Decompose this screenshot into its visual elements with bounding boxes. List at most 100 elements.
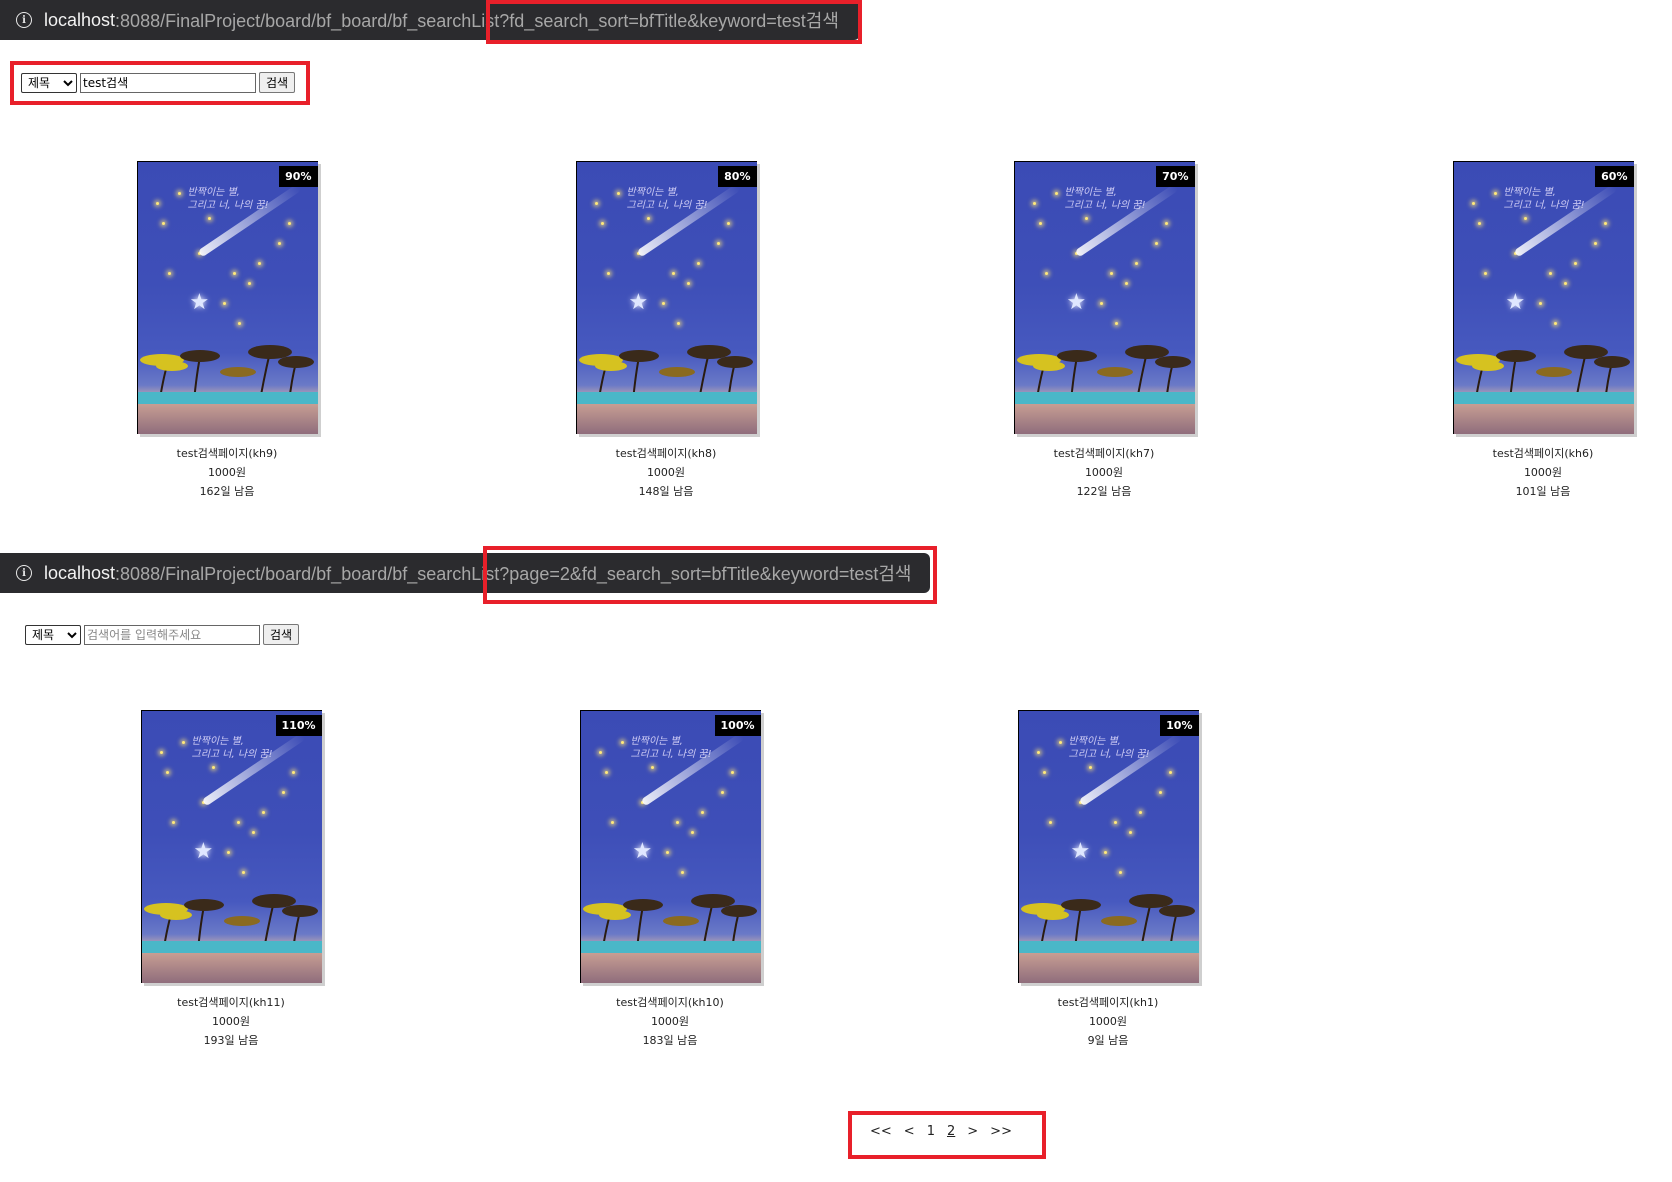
star-sparkle bbox=[1109, 272, 1113, 275]
search-input[interactable] bbox=[80, 72, 256, 93]
project-title[interactable]: test검색페이지(kh10) bbox=[570, 993, 770, 1012]
star-sparkle bbox=[155, 202, 159, 205]
star-sparkle bbox=[1573, 262, 1577, 265]
next-page-link[interactable]: > bbox=[961, 1124, 984, 1139]
star-sparkle bbox=[1471, 202, 1475, 205]
project-card[interactable]: 반짝이는 별, 그리고 너, 나의 꿈! ★ 10% test검색페이지(kh1) 100… bbox=[1008, 710, 1208, 1050]
star-sparkle bbox=[277, 242, 281, 245]
project-cover-image[interactable]: 반짝이는 별, 그리고 너, 나의 꿈! ★ 70% bbox=[1013, 161, 1195, 434]
star-sparkle bbox=[690, 831, 694, 834]
shooting-star-icon: ★ bbox=[1505, 290, 1526, 315]
star-sparkle bbox=[676, 322, 680, 325]
project-cover-image[interactable]: 반짝이는 별, 그리고 너, 나의 꿈! ★ 10% bbox=[1017, 710, 1199, 983]
project-card[interactable]: 반짝이는 별, 그리고 너, 나의 꿈! ★ 100% test검색페이지(kh10) 1… bbox=[570, 710, 770, 1050]
star-sparkle bbox=[600, 222, 604, 225]
project-card[interactable]: 반짝이는 별, 그리고 너, 나의 꿈! ★ 60% test검색페이지(kh6) 100… bbox=[1443, 161, 1643, 501]
search-button[interactable]: 검색 bbox=[263, 624, 300, 645]
star-sparkle bbox=[251, 831, 255, 834]
project-title[interactable]: test검색페이지(kh9) bbox=[127, 444, 327, 463]
cover-title-art: 반짝이는 별, 그리고 너, 나의 꿈! bbox=[1503, 187, 1585, 211]
url-path: :8088/FinalProject/board/bf_board/bf_sea… bbox=[115, 564, 912, 584]
star-sparkle bbox=[1054, 192, 1058, 195]
sea-strip bbox=[1014, 392, 1195, 404]
star-sparkle bbox=[1036, 751, 1040, 754]
star-sparkle bbox=[247, 282, 251, 285]
star-sparkle bbox=[1114, 322, 1118, 325]
first-page-link[interactable]: << bbox=[864, 1124, 898, 1139]
sea-strip bbox=[1018, 941, 1199, 953]
star-sparkle bbox=[604, 771, 608, 774]
search-button[interactable]: 검색 bbox=[259, 72, 296, 93]
cover-title-art: 반짝이는 별, 그리고 너, 나의 꿈! bbox=[1064, 187, 1146, 211]
address-bar-page2[interactable]: i localhost :8088/FinalProject/board/bf_… bbox=[0, 553, 930, 593]
days-remaining: 162일 남음 bbox=[199, 485, 255, 498]
days-remaining: 101일 남음 bbox=[1515, 485, 1571, 498]
project-card[interactable]: 반짝이는 별, 그리고 너, 나의 꿈! ★ 70% test검색페이지(kh7) 100… bbox=[1004, 161, 1204, 501]
project-title[interactable]: test검색페이지(kh6) bbox=[1443, 444, 1643, 463]
page-link-1[interactable]: 1 bbox=[921, 1124, 941, 1139]
star-sparkle bbox=[616, 192, 620, 195]
project-price: 1000원 bbox=[207, 466, 247, 479]
info-icon[interactable]: i bbox=[16, 565, 32, 581]
shooting-star-icon: ★ bbox=[1066, 290, 1087, 315]
search-form-page2: 제목 검색 bbox=[25, 624, 300, 645]
project-price: 1000원 bbox=[1088, 1015, 1128, 1028]
star-sparkle bbox=[1593, 242, 1597, 245]
star-sparkle bbox=[1538, 302, 1542, 305]
star-sparkle bbox=[1113, 821, 1117, 824]
address-bar[interactable]: i localhost :8088/FinalProject/board/bf_… bbox=[0, 0, 860, 40]
project-title[interactable]: test검색페이지(kh11) bbox=[131, 993, 331, 1012]
info-icon[interactable]: i bbox=[16, 12, 32, 28]
star-sparkle bbox=[1118, 871, 1122, 874]
sand-strip bbox=[580, 953, 761, 983]
sand-strip bbox=[1018, 953, 1199, 983]
shooting-star-icon: ★ bbox=[1070, 839, 1091, 864]
page-link-2-current[interactable]: 2 bbox=[941, 1124, 961, 1139]
last-page-link[interactable]: >> bbox=[984, 1124, 1018, 1139]
project-card[interactable]: 반짝이는 별, 그리고 너, 나의 꿈! ★ 80% test검색페이지(kh8) 100… bbox=[566, 161, 766, 501]
project-price: 1000원 bbox=[1523, 466, 1563, 479]
star-sparkle bbox=[720, 791, 724, 794]
star-sparkle bbox=[161, 222, 165, 225]
project-cover-image[interactable]: 반짝이는 별, 그리고 너, 나의 꿈! ★ 60% bbox=[1452, 161, 1634, 434]
search-sort-select[interactable]: 제목 bbox=[25, 624, 81, 645]
sand-strip bbox=[1014, 404, 1195, 434]
prev-page-link[interactable]: < bbox=[898, 1124, 921, 1139]
star-sparkle bbox=[1523, 217, 1527, 220]
project-cover-image[interactable]: 반짝이는 별, 그리고 너, 나의 꿈! ★ 90% bbox=[136, 161, 318, 434]
search-sort-select[interactable]: 제목 bbox=[21, 72, 77, 93]
star-sparkle bbox=[211, 766, 215, 769]
project-cover-image[interactable]: 반짝이는 별, 그리고 너, 나의 꿈! ★ 100% bbox=[579, 710, 761, 983]
star-sparkle bbox=[1048, 821, 1052, 824]
search-input[interactable] bbox=[84, 624, 260, 645]
star-sparkle bbox=[1138, 811, 1142, 814]
star-sparkle bbox=[159, 751, 163, 754]
star-sparkle bbox=[646, 217, 650, 220]
project-cover-image[interactable]: 반짝이는 별, 그리고 너, 나의 꿈! ★ 80% bbox=[575, 161, 757, 434]
project-title[interactable]: test검색페이지(kh1) bbox=[1008, 993, 1208, 1012]
cover-title-art: 반짝이는 별, 그리고 너, 나의 꿈! bbox=[187, 187, 269, 211]
project-cover-image[interactable]: 반짝이는 별, 그리고 너, 나의 꿈! ★ 110% bbox=[140, 710, 322, 983]
funding-percent-badge: 60% bbox=[1595, 166, 1634, 187]
sand-strip bbox=[576, 404, 757, 434]
project-card[interactable]: 반짝이는 별, 그리고 너, 나의 꿈! ★ 110% test검색페이지(kh11) 1… bbox=[131, 710, 331, 1050]
star-sparkle bbox=[1553, 322, 1557, 325]
star-sparkle bbox=[181, 741, 185, 744]
project-title[interactable]: test검색페이지(kh7) bbox=[1004, 444, 1204, 463]
project-title[interactable]: test검색페이지(kh8) bbox=[566, 444, 766, 463]
funding-percent-badge: 10% bbox=[1160, 715, 1199, 736]
project-card[interactable]: 반짝이는 별, 그리고 너, 나의 꿈! ★ 90% test검색페이지(kh9) 100… bbox=[127, 161, 327, 501]
shooting-star-icon: ★ bbox=[193, 839, 214, 864]
star-sparkle bbox=[1038, 222, 1042, 225]
star-sparkle bbox=[726, 222, 730, 225]
star-sparkle bbox=[257, 262, 261, 265]
project-price: 1000원 bbox=[211, 1015, 251, 1028]
star-sparkle bbox=[1483, 272, 1487, 275]
star-sparkle bbox=[1058, 741, 1062, 744]
star-sparkle bbox=[730, 771, 734, 774]
sea-strip bbox=[137, 392, 318, 404]
funding-percent-badge: 70% bbox=[1156, 166, 1195, 187]
star-sparkle bbox=[1088, 766, 1092, 769]
url-path: :8088/FinalProject/board/bf_board/bf_sea… bbox=[115, 11, 839, 31]
star-sparkle bbox=[241, 871, 245, 874]
